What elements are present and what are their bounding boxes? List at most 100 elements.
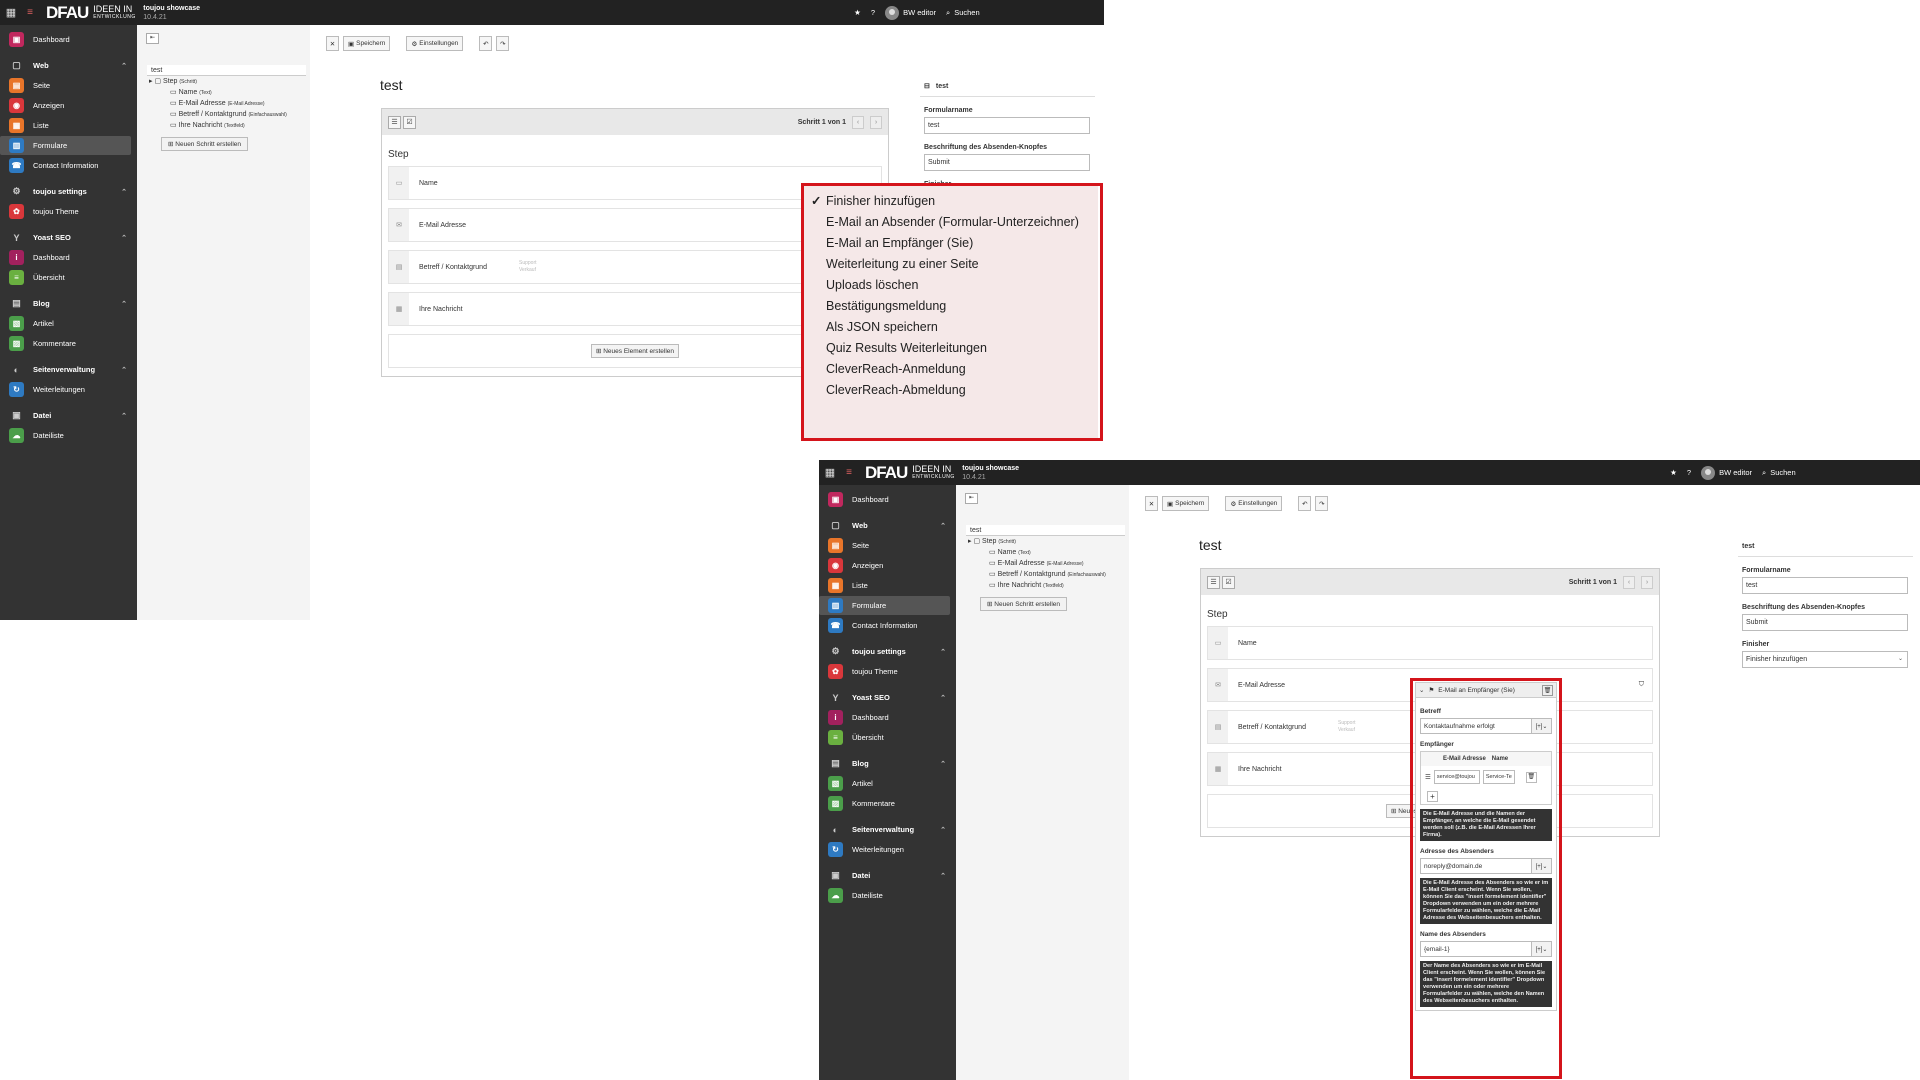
help-icon[interactable]: ?	[1687, 468, 1691, 477]
sidebar-item-kommentare[interactable]: ▨ Kommentare	[819, 794, 950, 813]
tree-element[interactable]: ▭ Betreff / Kontaktgrund (Einfachauswahl…	[956, 569, 1129, 580]
sidebar-item-dashboard[interactable]: ▣ Dashboard	[819, 490, 950, 509]
redo-button[interactable]: ↷	[496, 36, 510, 51]
sidebar-group-toujou-settings[interactable]: ⚙ toujou settings ⌃	[819, 642, 956, 661]
chevron-up-icon[interactable]: ⌃	[121, 366, 127, 374]
submit-input[interactable]: Submit	[1742, 614, 1908, 631]
user-menu[interactable]: BW editor	[1701, 465, 1752, 480]
sidebar-item-toujou-theme[interactable]: ✿ toujou Theme	[819, 662, 950, 681]
preview-view-icon[interactable]: ☑	[403, 115, 416, 129]
sidebar-item-formulare[interactable]: ▥ Formulare	[819, 596, 950, 615]
sidebar-item-anzeigen[interactable]: ◉ Anzeigen	[819, 556, 950, 575]
sidebar-item-dateiliste[interactable]: ☁ Dateiliste	[819, 886, 950, 905]
new-step-button[interactable]: ⊞ Neuen Schritt erstellen	[161, 137, 249, 151]
sidebar-item-weiterleitungen[interactable]: ↻ Weiterleitungen	[819, 840, 950, 859]
undo-button[interactable]: ↶	[479, 36, 493, 51]
sidebar-group-yoast-seo[interactable]: Y Yoast SEO ⌃	[0, 228, 137, 247]
next-step-button[interactable]: ›	[870, 115, 882, 129]
sidebar-item-contact-information[interactable]: ☎ Contact Information	[819, 616, 950, 635]
sidebar-group-web[interactable]: ▢ Web ⌃	[819, 516, 956, 535]
chevron-up-icon[interactable]: ⌃	[940, 694, 946, 702]
sidebar-item-dateiliste[interactable]: ☁ Dateiliste	[0, 426, 131, 445]
sidebar-item-übersicht[interactable]: ≡ Übersicht	[0, 268, 131, 287]
chevron-up-icon[interactable]: ⌃	[121, 188, 127, 196]
sidebar-item-artikel[interactable]: ▧ Artikel	[0, 314, 131, 333]
sidebar-group-datei[interactable]: ▣ Datei ⌃	[0, 406, 137, 425]
sidebar-item-seite[interactable]: ▤ Seite	[819, 536, 950, 555]
tree-root[interactable]: test	[966, 525, 1125, 536]
tree-step[interactable]: ▸ ▢ Step (Schritt)	[956, 536, 1129, 547]
new-step-button[interactable]: ⊞ Neuen Schritt erstellen	[980, 597, 1068, 611]
abstract-view-icon[interactable]: ☰	[1207, 575, 1220, 589]
save-button[interactable]: ▣ Speichern	[343, 36, 391, 51]
sidebar-group-yoast-seo[interactable]: Y Yoast SEO ⌃	[819, 688, 956, 707]
tree-element[interactable]: ▭ E-Mail Adresse (E-Mail Adresse)	[956, 558, 1129, 569]
menu-toggle-icon[interactable]: ≡	[841, 467, 857, 478]
next-step-button[interactable]: ›	[1641, 575, 1653, 589]
undo-button[interactable]: ↶	[1298, 496, 1312, 511]
sidebar-item-weiterleitungen[interactable]: ↻ Weiterleitungen	[0, 380, 131, 399]
chevron-up-icon[interactable]: ⌃	[121, 62, 127, 70]
finisher-select[interactable]: Finisher hinzufügen⌄	[1742, 651, 1908, 668]
chevron-up-icon[interactable]: ⌃	[121, 412, 127, 420]
save-button[interactable]: ▣ Speichern	[1162, 496, 1210, 511]
chevron-up-icon[interactable]: ⌃	[940, 648, 946, 656]
tree-element[interactable]: ▭ Ihre Nachricht (Textfeld)	[137, 120, 310, 131]
sidebar-group-seitenverwaltung[interactable]: ◐ Seitenverwaltung ⌃	[819, 820, 956, 839]
collapse-icon[interactable]: ⇤	[146, 33, 159, 44]
abstract-view-icon[interactable]: ☰	[388, 115, 401, 129]
tree-element[interactable]: ▭ Name (Text)	[137, 87, 310, 98]
form-element[interactable]: ▭ Name	[1207, 626, 1653, 660]
sidebar-item-formulare[interactable]: ▥ Formulare	[0, 136, 131, 155]
sidebar-item-dashboard[interactable]: i Dashboard	[819, 708, 950, 727]
new-element-button[interactable]: ⊞ Neues Element erstellen	[590, 344, 680, 358]
chevron-up-icon[interactable]: ⌃	[121, 234, 127, 242]
sidebar-item-kommentare[interactable]: ▨ Kommentare	[0, 334, 131, 353]
menu-toggle-icon[interactable]: ≡	[22, 7, 38, 18]
tree-element[interactable]: ▭ E-Mail Adresse (E-Mail Adresse)	[137, 98, 310, 109]
sidebar-item-liste[interactable]: ▦ Liste	[0, 116, 131, 135]
sidebar-group-web[interactable]: ▢ Web ⌃	[0, 56, 137, 75]
tree-element[interactable]: ▭ Betreff / Kontaktgrund (Einfachauswahl…	[137, 109, 310, 120]
sidebar-group-datei[interactable]: ▣ Datei ⌃	[819, 866, 956, 885]
close-button[interactable]: ✕	[1145, 496, 1158, 511]
search-button[interactable]: ⌕ Suchen	[1762, 468, 1912, 478]
chevron-up-icon[interactable]: ⌃	[940, 522, 946, 530]
tree-step[interactable]: ▸ ▢ Step (Schritt)	[137, 76, 310, 87]
sidebar-item-dashboard[interactable]: i Dashboard	[0, 248, 131, 267]
chevron-up-icon[interactable]: ⌃	[940, 872, 946, 880]
prev-step-button[interactable]: ‹	[1623, 575, 1635, 589]
form-name-input[interactable]: test	[924, 117, 1090, 134]
form-name-input[interactable]: test	[1742, 577, 1908, 594]
star-icon[interactable]: ★	[1670, 468, 1677, 477]
close-button[interactable]: ✕	[326, 36, 339, 51]
sidebar-item-übersicht[interactable]: ≡ Übersicht	[819, 728, 950, 747]
sidebar-item-seite[interactable]: ▤ Seite	[0, 76, 131, 95]
tree-root[interactable]: test	[147, 65, 306, 76]
sidebar-item-liste[interactable]: ▦ Liste	[819, 576, 950, 595]
logo[interactable]: DFAU	[865, 460, 908, 485]
sidebar-item-anzeigen[interactable]: ◉ Anzeigen	[0, 96, 131, 115]
chevron-up-icon[interactable]: ⌃	[121, 300, 127, 308]
tree-element[interactable]: ▭ Ihre Nachricht (Textfeld)	[956, 580, 1129, 591]
sidebar-item-toujou-theme[interactable]: ✿ toujou Theme	[0, 202, 131, 221]
settings-button[interactable]: ⚙ Einstellungen	[406, 36, 464, 51]
star-icon[interactable]: ★	[854, 8, 861, 17]
chevron-up-icon[interactable]: ⌃	[940, 760, 946, 768]
help-icon[interactable]: ?	[871, 8, 875, 17]
sidebar-item-artikel[interactable]: ▧ Artikel	[819, 774, 950, 793]
sidebar-group-blog[interactable]: ▤ Blog ⌃	[819, 754, 956, 773]
preview-view-icon[interactable]: ☑	[1222, 575, 1235, 589]
redo-button[interactable]: ↷	[1315, 496, 1329, 511]
tree-element[interactable]: ▭ Name (Text)	[956, 547, 1129, 558]
logo[interactable]: DFAU	[46, 0, 89, 25]
app-grid-icon[interactable]: ▦	[819, 460, 841, 485]
app-grid-icon[interactable]: ▦	[0, 0, 22, 25]
sidebar-item-contact-information[interactable]: ☎ Contact Information	[0, 156, 131, 175]
sidebar-group-blog[interactable]: ▤ Blog ⌃	[0, 294, 137, 313]
sidebar-group-toujou-settings[interactable]: ⚙ toujou settings ⌃	[0, 182, 137, 201]
sidebar-group-seitenverwaltung[interactable]: ◐ Seitenverwaltung ⌃	[0, 360, 137, 379]
submit-input[interactable]: Submit	[924, 154, 1090, 171]
chevron-up-icon[interactable]: ⌃	[940, 826, 946, 834]
search-button[interactable]: ⌕ Suchen	[946, 8, 1096, 18]
